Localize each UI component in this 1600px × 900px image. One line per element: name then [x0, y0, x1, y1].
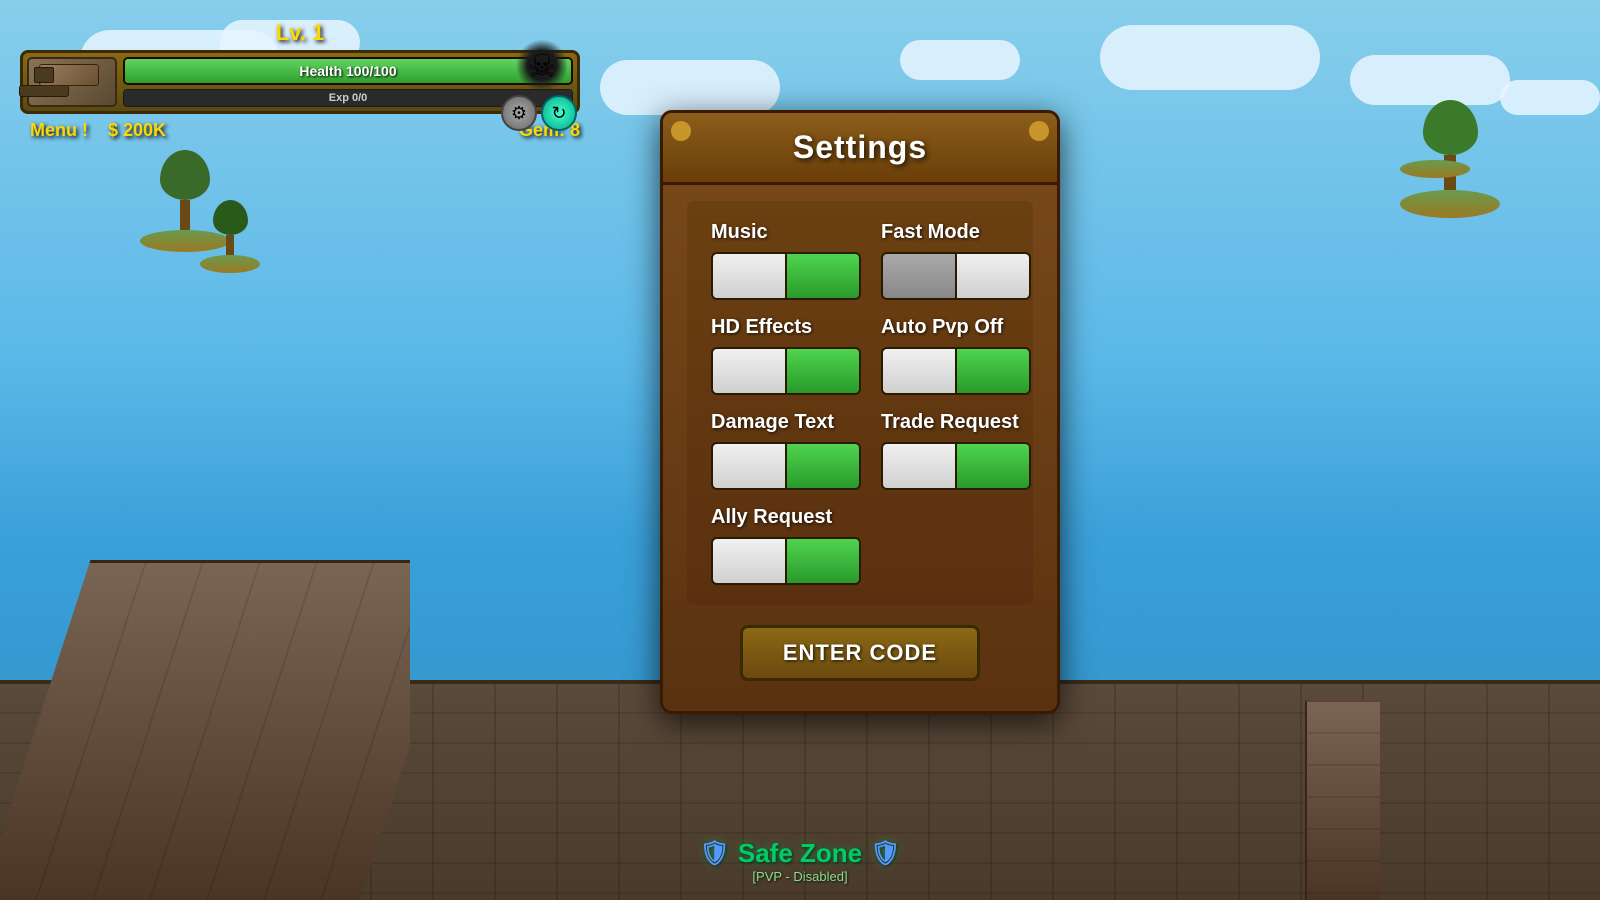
shield-icon-left: 🛡: [699, 839, 729, 868]
ally-request-toggle[interactable]: [711, 537, 861, 585]
settings-panel: Settings Music Fast Mode: [660, 110, 1060, 714]
safe-zone: 🛡 Safe Zone 🛡 [PVP - Disabled]: [699, 838, 900, 884]
auto-pvp-toggle[interactable]: [881, 347, 1031, 395]
corner-decoration-tl: [671, 121, 691, 141]
hud-settings-icons: ⚙ ↻: [501, 95, 577, 131]
enter-code-button[interactable]: ENTER CODE: [740, 625, 980, 681]
pvp-disabled-label: [PVP - Disabled]: [699, 869, 900, 884]
background-island-left2: [200, 200, 260, 273]
fast-mode-toggle-off[interactable]: [883, 254, 955, 298]
hud: Lv. 1 Health 100/100 Exp 0/0 ☠: [20, 20, 580, 141]
setting-auto-pvp: Auto Pvp Off: [881, 316, 1031, 395]
setting-fast-mode: Fast Mode: [881, 221, 1031, 300]
background-island-right: [1400, 100, 1500, 218]
menu-button[interactable]: Menu !: [30, 120, 88, 141]
damage-text-toggle[interactable]: [711, 442, 861, 490]
setting-trade-request: Trade Request: [881, 411, 1031, 490]
auto-pvp-toggle-off[interactable]: [883, 349, 955, 393]
music-toggle-on[interactable]: [787, 254, 859, 298]
safe-zone-text: 🛡 Safe Zone 🛡: [699, 838, 900, 869]
background-island-right2: [1400, 160, 1470, 178]
shield-icon-right: 🛡: [870, 839, 900, 868]
ally-request-label: Ally Request: [711, 506, 1031, 529]
hd-effects-toggle-on[interactable]: [787, 349, 859, 393]
music-toggle-off[interactable]: [713, 254, 785, 298]
hd-effects-toggle[interactable]: [711, 347, 861, 395]
setting-hd-effects: HD Effects: [711, 316, 861, 395]
level-label: Lv. 1: [20, 20, 580, 46]
dock-right-pillar: [1305, 700, 1380, 900]
fast-mode-label: Fast Mode: [881, 221, 1031, 244]
hud-bottom: Menu ! $ 200K Gem: 8: [20, 120, 580, 141]
health-bar-wrap: Health 100/100 Exp 0/0 ☠ ⚙ ↻: [20, 50, 580, 114]
gun-icon: [27, 57, 117, 107]
hd-effects-toggle-off[interactable]: [713, 349, 785, 393]
dock-left-structure: [0, 520, 410, 900]
trade-request-label: Trade Request: [881, 411, 1031, 434]
settings-content: Music Fast Mode: [687, 201, 1033, 605]
hd-effects-label: HD Effects: [711, 316, 861, 339]
health-bar: Health 100/100: [125, 59, 571, 83]
trade-request-toggle[interactable]: [881, 442, 1031, 490]
setting-damage-text: Damage Text: [711, 411, 861, 490]
fast-mode-toggle-on[interactable]: [957, 254, 1029, 298]
refresh-icon[interactable]: ↻: [541, 95, 577, 131]
ally-request-toggle-off[interactable]: [713, 539, 785, 583]
setting-music: Music: [711, 221, 861, 300]
music-label: Music: [711, 221, 861, 244]
settings-grid: Music Fast Mode: [711, 221, 1009, 585]
music-toggle[interactable]: [711, 252, 861, 300]
money-display: $ 200K: [108, 120, 166, 141]
settings-title-bar: Settings: [663, 113, 1057, 185]
damage-text-toggle-on[interactable]: [787, 444, 859, 488]
health-text: Health 100/100: [299, 63, 396, 79]
damage-text-label: Damage Text: [711, 411, 861, 434]
gear-icon[interactable]: ⚙: [501, 95, 537, 131]
auto-pvp-toggle-on[interactable]: [957, 349, 1029, 393]
corner-decoration-tr: [1029, 121, 1049, 141]
trade-request-toggle-on[interactable]: [957, 444, 1029, 488]
damage-text-toggle-off[interactable]: [713, 444, 785, 488]
trade-request-toggle-off[interactable]: [883, 444, 955, 488]
auto-pvp-label: Auto Pvp Off: [881, 316, 1031, 339]
setting-ally-request: Ally Request: [711, 506, 1031, 585]
safe-zone-label: Safe Zone: [738, 838, 862, 869]
ally-request-toggle-on[interactable]: [787, 539, 859, 583]
settings-title: Settings: [793, 129, 927, 165]
exp-text: Exp 0/0: [329, 92, 368, 104]
pirate-icon: ☠: [517, 38, 567, 93]
fast-mode-toggle[interactable]: [881, 252, 1031, 300]
